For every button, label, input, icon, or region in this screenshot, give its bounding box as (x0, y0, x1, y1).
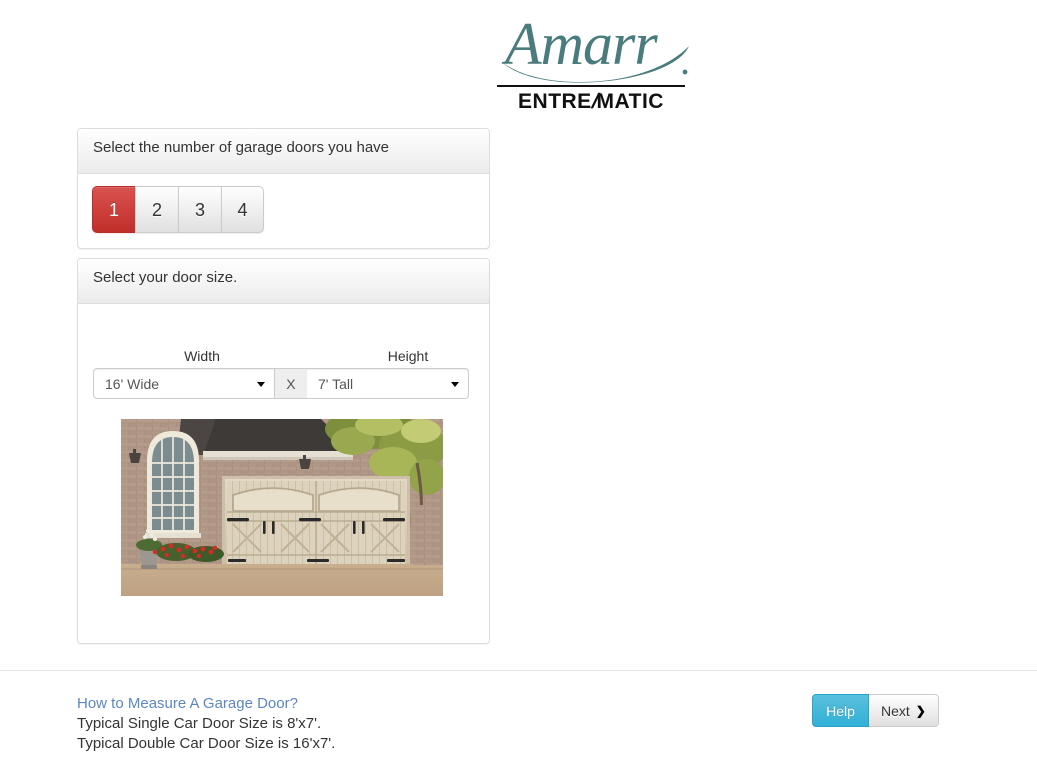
panel-number-of-doors-title: Select the number of garage doors you ha… (93, 139, 390, 156)
width-select-value: 16' Wide (105, 375, 160, 392)
next-button[interactable]: Next ❯ (869, 694, 939, 727)
single-car-size-note: Typical Single Car Door Size is 8'x7'. (77, 715, 322, 732)
door-count-option-1[interactable]: 1 (92, 186, 135, 233)
entrematic-suffix: MATIC (596, 90, 664, 113)
next-button-label: Next (881, 702, 910, 719)
height-select[interactable]: 7' Tall (306, 368, 470, 399)
door-size-input-group: 16' Wide X 7' Tall (93, 368, 470, 399)
panel-door-size-title: Select your door size. (93, 269, 238, 286)
width-select[interactable]: 16' Wide (93, 368, 275, 399)
size-separator-x: X (274, 368, 307, 399)
chevron-right-icon: ❯ (915, 703, 926, 718)
how-to-measure-link[interactable]: How to Measure A Garage Door? (77, 694, 557, 714)
height-label: Height (387, 348, 429, 364)
footer-help-text: How to Measure A Garage Door? Typical Si… (77, 694, 557, 754)
door-count-option-4[interactable]: 4 (221, 186, 264, 233)
door-count-button-group[interactable]: 1 2 3 4 (92, 186, 264, 233)
door-count-option-2[interactable]: 2 (135, 186, 178, 233)
amarr-wordmark: Amarr (497, 6, 693, 84)
door-count-option-3[interactable]: 3 (178, 186, 221, 233)
panel-door-size-body (78, 304, 489, 334)
chevron-down-icon (451, 381, 460, 387)
size-field-labels: Width Height (93, 347, 469, 365)
height-select-value: 7' Tall (317, 375, 354, 392)
chevron-down-icon (256, 381, 265, 387)
entrematic-wordmark: ENTRE/MATIC (497, 90, 685, 114)
help-button[interactable]: Help (812, 694, 869, 727)
garage-door-preview-image (121, 419, 443, 596)
panel-number-of-doors-heading: Select the number of garage doors you ha… (78, 129, 489, 174)
footer-divider (0, 670, 1037, 671)
logo-divider-rule (497, 85, 685, 87)
footer-button-group: Help Next ❯ (812, 694, 939, 727)
width-label: Width (184, 348, 220, 364)
brand-logo: Amarr ENTRE/MATIC (497, 6, 693, 113)
svg-text:Amarr: Amarr (501, 11, 658, 77)
entrematic-prefix: ENTRE (518, 90, 592, 113)
panel-door-size-heading: Select your door size. (78, 259, 489, 304)
double-car-size-note: Typical Double Car Door Size is 16'x7'. (77, 735, 336, 752)
